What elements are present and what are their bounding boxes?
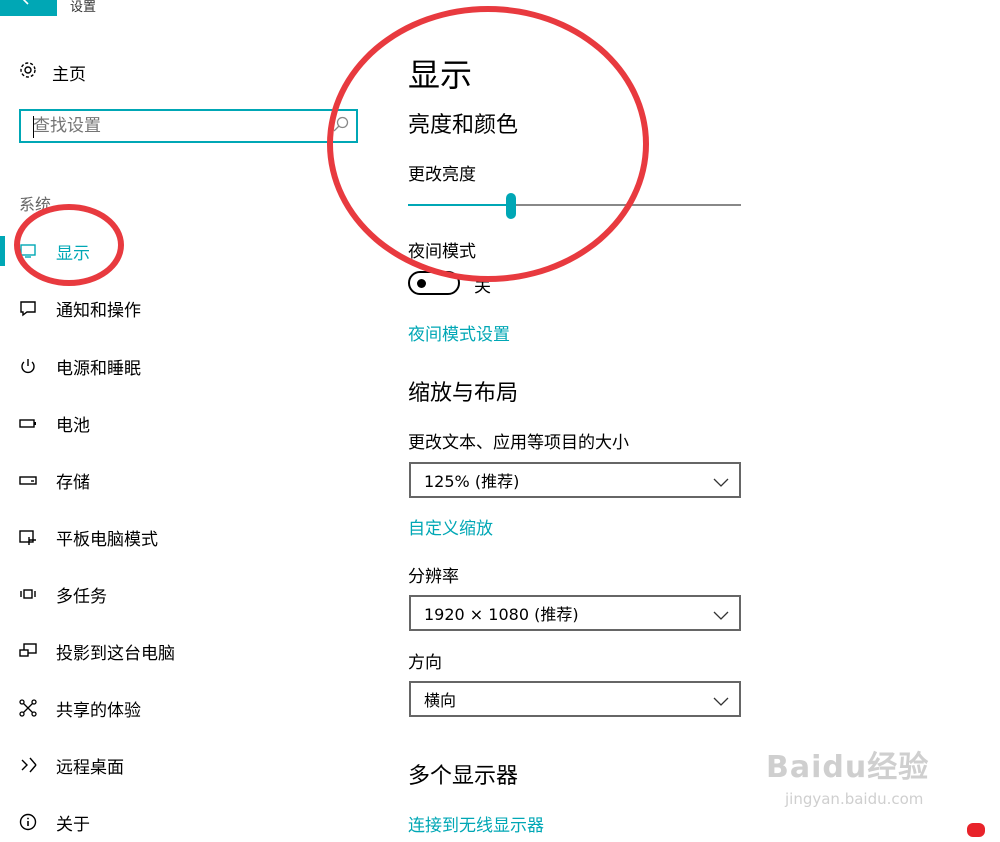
multi-display-heading: 多个显示器 — [408, 764, 519, 789]
tablet-mode-icon — [18, 527, 38, 547]
shared-experience-icon — [18, 698, 38, 718]
sidebar-item-label: 通知和操作 — [56, 300, 141, 321]
gear-icon — [18, 60, 38, 85]
orientation-value: 横向 — [424, 691, 457, 710]
sidebar-item-tablet-mode[interactable]: 平板电脑模式 — [0, 517, 360, 557]
wireless-display-link[interactable]: 连接到无线显示器 — [408, 811, 544, 836]
sidebar-item-remote-desktop[interactable]: 远程桌面 — [0, 745, 360, 785]
sidebar-item-about[interactable]: 关于 — [0, 802, 360, 842]
back-button[interactable] — [0, 0, 57, 16]
text-caret — [33, 116, 34, 138]
chevron-down-icon — [713, 606, 729, 625]
scale-dropdown[interactable]: 125% (推荐) — [409, 462, 741, 498]
resolution-label: 分辨率 — [408, 567, 459, 587]
search-box[interactable] — [19, 109, 358, 143]
home-nav[interactable]: 主页 — [18, 60, 86, 85]
project-icon — [18, 641, 38, 661]
sidebar-item-label: 平板电脑模式 — [56, 529, 158, 550]
window-title: 设置 — [70, 0, 97, 15]
sidebar-item-storage[interactable]: 存储 — [0, 460, 360, 500]
sidebar-item-label: 投影到这台电脑 — [56, 643, 175, 664]
sidebar-item-shared-experiences[interactable]: 共享的体验 — [0, 688, 360, 728]
watermark-logo: Baidu经验 — [766, 750, 930, 785]
resolution-dropdown[interactable]: 1920 × 1080 (推荐) — [409, 595, 741, 631]
sidebar-item-multitask[interactable]: 多任务 — [0, 574, 360, 614]
power-icon — [18, 356, 38, 376]
sidebar-item-label: 电池 — [56, 415, 90, 436]
custom-scale-link[interactable]: 自定义缩放 — [408, 514, 493, 539]
storage-icon — [18, 470, 38, 490]
info-icon — [18, 812, 38, 832]
notification-icon — [18, 298, 38, 318]
scale-label: 更改文本、应用等项目的大小 — [408, 433, 629, 453]
sidebar-item-label: 多任务 — [56, 586, 107, 607]
search-input[interactable] — [33, 115, 313, 137]
multitask-icon — [18, 584, 38, 604]
sidebar-item-battery[interactable]: 电池 — [0, 403, 360, 443]
night-mode-settings-link[interactable]: 夜间模式设置 — [408, 320, 510, 345]
battery-icon — [18, 413, 38, 433]
red-badge — [967, 823, 985, 837]
sidebar-item-label: 远程桌面 — [56, 757, 124, 778]
sidebar-item-label: 电源和睡眠 — [56, 358, 141, 379]
orientation-dropdown[interactable]: 横向 — [409, 681, 741, 717]
sidebar-item-project[interactable]: 投影到这台电脑 — [0, 631, 360, 671]
sidebar-item-label: 共享的体验 — [56, 700, 141, 721]
orientation-label: 方向 — [408, 653, 442, 673]
annotation-circle-main — [327, 6, 649, 282]
sidebar-item-label: 存储 — [56, 472, 90, 493]
chevron-down-icon — [713, 473, 729, 492]
toggle-knob — [417, 279, 426, 288]
home-label: 主页 — [52, 65, 86, 85]
watermark-url: jingyan.baidu.com — [785, 790, 924, 808]
back-arrow-icon — [21, 0, 37, 10]
chevron-down-icon — [713, 692, 729, 711]
sidebar-item-power[interactable]: 电源和睡眠 — [0, 346, 360, 386]
scale-heading: 缩放与布局 — [408, 381, 519, 406]
remote-desktop-icon — [18, 755, 38, 775]
sidebar-item-notifications[interactable]: 通知和操作 — [0, 288, 360, 328]
scale-value: 125% (推荐) — [424, 472, 520, 491]
resolution-value: 1920 × 1080 (推荐) — [424, 605, 579, 624]
annotation-circle-sidebar — [14, 204, 124, 286]
